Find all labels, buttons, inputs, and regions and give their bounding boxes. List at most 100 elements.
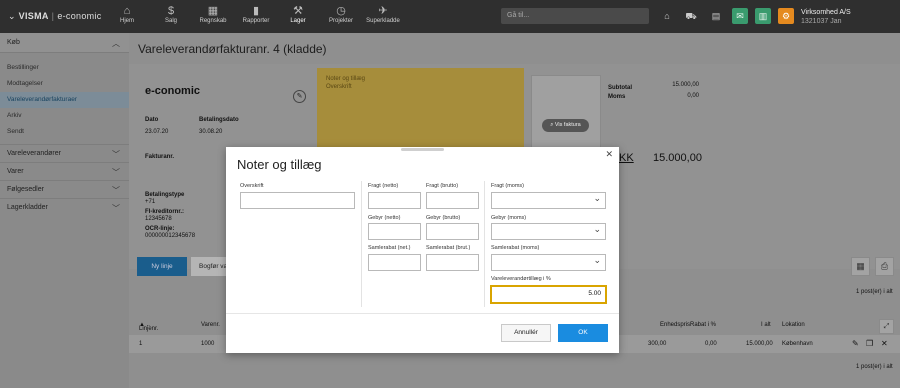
ocr-value: 000000012345678 — [145, 233, 196, 239]
nav-inventory[interactable]: ⚒ Lager — [278, 4, 318, 24]
sidebar: Køb ︿ Bestillinger Modtagelser Varelevera… — [0, 33, 129, 388]
freight-vat-select[interactable] — [491, 192, 606, 209]
fee-vat-label: Gebyr (moms) — [491, 215, 527, 221]
chat-icon[interactable]: ✉ — [732, 8, 748, 24]
sidebar-item-supplier-invoices[interactable]: Vareleverandørfakturaer — [0, 92, 129, 108]
fee-net-label: Gebyr (netto) — [368, 215, 401, 221]
sidebar-section-purchase[interactable]: Køb ︿ — [0, 33, 129, 53]
due-date-value: 30.08.20 — [199, 129, 223, 135]
delete-row-icon[interactable]: ✕ — [881, 339, 888, 348]
discount-vat-select[interactable] — [491, 254, 606, 271]
discount-gross-input[interactable] — [426, 254, 479, 271]
nav-sales[interactable]: $ Salg — [151, 4, 191, 24]
invoice-number-label: Fakturanr. — [145, 154, 175, 160]
freight-net-input[interactable] — [368, 192, 421, 209]
ocr-label: OCR-linje: — [145, 226, 175, 232]
sidebar-group-suppliers[interactable]: Vareleverandører ﹀ — [0, 144, 129, 162]
drag-handle[interactable] — [401, 148, 444, 151]
freight-net-label: Fragt (netto) — [368, 183, 399, 189]
nav-accounting[interactable]: ▦ Regnskab — [193, 4, 233, 24]
fee-net-input[interactable] — [368, 223, 421, 240]
calculator-icon: ▦ — [207, 5, 219, 17]
freight-gross-input[interactable] — [426, 192, 479, 209]
tools-icon: ⚒ — [293, 5, 303, 17]
rocket-icon: ✈ — [378, 5, 388, 17]
new-line-button[interactable]: Ny linje — [137, 257, 187, 276]
col-location[interactable]: Lokation — [782, 322, 805, 328]
discount-gross-label: Samlerabat (brut.) — [426, 245, 471, 251]
post-count: 1 post(er) i alt — [856, 289, 893, 295]
supplier-fee-input[interactable]: 5.00 — [490, 285, 607, 304]
chevron-down-icon: ﹀ — [112, 150, 120, 159]
fi-creditor-value: 12345678 — [145, 216, 172, 222]
chevron-up-icon: ︿ — [112, 39, 120, 48]
divider — [361, 181, 362, 307]
copy-row-icon[interactable]: ❐ — [866, 339, 873, 348]
discount-net-label: Samlerabat (net.) — [368, 245, 411, 251]
book-button[interactable]: Bogfør var — [191, 257, 231, 276]
sidebar-item-archive[interactable]: Arkiv — [0, 108, 129, 124]
divider — [226, 313, 619, 314]
col-line-no[interactable]: Linjenr. ▲ .. — [139, 322, 158, 332]
clock-icon: ◷ — [336, 5, 346, 17]
fee-vat-select[interactable] — [491, 223, 606, 240]
col-item-no[interactable]: Varenr. — [201, 322, 220, 328]
heading-input[interactable] — [240, 192, 355, 209]
supplier-fee-label: Vareleverandørtillæg i % — [491, 276, 551, 282]
heading-label: Overskrift — [240, 183, 264, 189]
gear-icon[interactable]: ⚙ — [778, 8, 794, 24]
dialog-title: Noter og tillæg — [237, 157, 322, 172]
currency-link[interactable]: KK — [619, 152, 634, 164]
sidebar-group-delivery-notes[interactable]: Følgesedler ﹀ — [0, 180, 129, 198]
sidebar-group-stock-journals[interactable]: Lagerkladder ﹀ — [0, 198, 129, 216]
inbox-icon[interactable]: ⌂ — [659, 8, 675, 24]
due-date-label: Betalingsdato — [199, 117, 239, 123]
company-switcher[interactable]: Virksomhed A/S 1321037 Jan — [801, 8, 851, 26]
fee-gross-label: Gebyr (brutto) — [426, 215, 461, 221]
close-icon[interactable]: ✕ — [605, 149, 613, 159]
fee-gross-input[interactable] — [426, 223, 479, 240]
date-value: 23.07.20 — [145, 129, 169, 135]
edit-row-icon[interactable]: ✎ — [852, 339, 859, 348]
logo-brand: VISMA — [18, 11, 49, 21]
cancel-button[interactable]: Annullér — [501, 324, 551, 342]
nav-reports[interactable]: ▮ Rapporter — [236, 4, 276, 24]
edit-pencil-icon[interactable]: ✎ — [293, 90, 306, 103]
sidebar-item-orders[interactable]: Bestillinger — [0, 60, 129, 76]
nav-home[interactable]: ⌂ Hjem — [107, 4, 147, 24]
logo[interactable]: ⌄ VISMA | e-conomic — [8, 11, 102, 22]
contacts-icon[interactable]: ▤ — [708, 8, 724, 24]
car-icon[interactable]: ⛟ — [683, 8, 699, 24]
see-invoice-button[interactable]: ⌕ Vis faktura — [542, 119, 589, 132]
vat-value: 0,00 — [687, 93, 699, 99]
total-amount: 15.000,00 — [653, 152, 702, 164]
payment-type-value: +71 — [145, 199, 156, 205]
fi-creditor-label: FI-kreditornr.: — [145, 209, 185, 215]
ok-button[interactable]: OK — [558, 324, 608, 342]
discount-net-input[interactable] — [368, 254, 421, 271]
nav-superkladde[interactable]: ✈ Superkladde — [363, 4, 403, 24]
freight-vat-label: Fragt (moms) — [491, 183, 524, 189]
table-settings-icon[interactable]: ▦ — [851, 257, 870, 276]
col-discount[interactable]: Rabat i % — [690, 322, 716, 328]
nav-projects[interactable]: ◷ Projekter — [321, 4, 361, 24]
expand-icon[interactable]: ⤢ — [879, 319, 894, 334]
book-icon[interactable]: ▥ — [755, 8, 771, 24]
sidebar-item-receipts[interactable]: Modtagelser — [0, 76, 129, 92]
discount-vat-label: Samlerabat (moms) — [491, 245, 540, 251]
page-title: Vareleverandørfakturanr. 4 (kladde) — [138, 42, 327, 56]
subtotal-value: 15.000,00 — [672, 82, 699, 88]
date-label: Dato — [145, 117, 159, 123]
subtotal-label: Subtotal — [608, 85, 632, 91]
freight-gross-label: Fragt (brutto) — [426, 183, 459, 189]
supplier-name: e-conomic — [145, 85, 201, 97]
sidebar-group-items[interactable]: Varer ﹀ — [0, 162, 129, 180]
print-icon[interactable]: ⎙ — [875, 257, 894, 276]
search-input[interactable]: Gå til... — [501, 8, 649, 24]
notes-and-fees-dialog: ✕ Noter og tillæg Overskrift Fragt (nett… — [226, 147, 619, 353]
col-total[interactable]: I alt — [761, 322, 771, 328]
col-unit-price[interactable]: Enhedspris — [660, 322, 690, 328]
vat-label: Moms — [608, 94, 626, 100]
sidebar-item-sent[interactable]: Sendt — [0, 124, 129, 140]
dollar-icon: $ — [167, 5, 175, 17]
